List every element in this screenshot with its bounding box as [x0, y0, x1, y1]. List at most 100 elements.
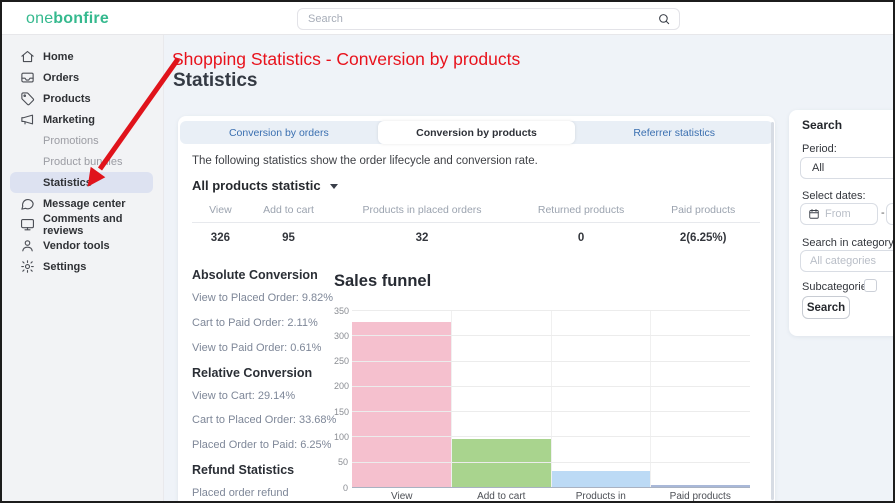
logo[interactable]: onebonfire	[26, 10, 109, 28]
summary-column-header: Products in placed orders	[328, 204, 515, 216]
period-selected-value: All	[812, 162, 824, 174]
summary-value: 326	[192, 232, 249, 244]
home-icon	[20, 49, 35, 64]
bar-products-in[interactable]	[552, 471, 651, 487]
search-icon[interactable]	[657, 12, 671, 26]
summary-column-header: Returned products	[516, 204, 647, 216]
inbox-icon	[20, 70, 35, 85]
megaphone-icon	[20, 112, 35, 127]
sidebar-item-label: Promotions	[43, 135, 99, 147]
gridline	[352, 436, 750, 437]
intro-text: The following statistics show the order …	[192, 155, 538, 167]
y-axis-tick-label: 250	[334, 356, 348, 366]
dates-label: Select dates:	[802, 190, 866, 202]
sidebar-item-product-bundles[interactable]: Product bundles	[10, 151, 153, 172]
category-input[interactable]	[810, 255, 895, 267]
logo-prefix: one	[26, 10, 53, 27]
chat-icon	[20, 196, 35, 211]
tab-conversion-by-products[interactable]: Conversion by products	[378, 121, 576, 144]
date-from-input[interactable]	[825, 208, 877, 220]
gridline	[352, 310, 750, 311]
chart-columns	[352, 310, 750, 487]
summary-header-row: ViewAdd to cartProducts in placed orders…	[192, 204, 760, 216]
y-axis-tick-label: 150	[334, 407, 348, 417]
gridline	[352, 462, 750, 463]
stat-line: Placed order refund percentage: 0%	[192, 486, 342, 503]
gridline	[352, 361, 750, 362]
products-scope-dropdown[interactable]: All products statistic	[192, 178, 338, 193]
search-button[interactable]: Search	[802, 296, 850, 319]
bar-add-to-cart[interactable]	[452, 439, 551, 487]
global-search-input[interactable]	[298, 13, 657, 25]
sidebar-item-statistics[interactable]: Statistics	[10, 172, 153, 193]
chart-column	[451, 310, 551, 487]
stat-line: View to Placed Order: 9.82%	[192, 291, 342, 306]
sidebar-item-label: Products	[43, 93, 91, 105]
y-axis-tick-label: 100	[334, 432, 348, 442]
stat-line: Cart to Placed Order: 33.68%	[192, 413, 342, 428]
gridline	[352, 411, 750, 412]
main-scrollbar[interactable]	[771, 122, 774, 500]
subcategories-checkbox[interactable]	[864, 279, 877, 292]
summary-value-row: 326953202(6.25%)	[192, 232, 760, 244]
y-axis-tick-label: 350	[334, 306, 348, 316]
sidebar-item-label: Marketing	[43, 114, 95, 126]
y-axis-tick-label: 200	[334, 381, 348, 391]
statistics-tabs: Conversion by ordersConversion by produc…	[180, 121, 773, 144]
top-header: onebonfire	[2, 2, 893, 35]
sales-funnel-chart: Sales funnel ViewAdd to cartProducts inP…	[334, 266, 764, 503]
search-panel: Search Period: All Select dates: - Searc…	[789, 110, 895, 336]
sidebar-item-label: Statistics	[43, 177, 92, 189]
stat-line: Placed Order to Paid: 6.25%	[192, 438, 342, 453]
stat-line: View to Cart: 29.14%	[192, 389, 342, 404]
gridline	[352, 487, 750, 488]
date-from-field[interactable]	[800, 203, 878, 225]
tab-referrer-statistics[interactable]: Referrer statistics	[575, 121, 773, 144]
search-panel-title: Search	[802, 118, 842, 132]
sidebar-item-vendor-tools[interactable]: Vendor tools	[10, 235, 153, 256]
gridline	[352, 386, 750, 387]
summary-value: 95	[249, 232, 329, 244]
sidebar-item-promotions[interactable]: Promotions	[10, 130, 153, 151]
category-field[interactable]	[800, 250, 895, 272]
summary-column-header: View	[192, 204, 249, 216]
sidebar-item-label: Home	[43, 51, 74, 63]
date-to-field[interactable]	[886, 203, 895, 225]
summary-value: 32	[328, 232, 515, 244]
sidebar-item-home[interactable]: Home	[10, 46, 153, 67]
x-axis-label: Paid products	[651, 491, 751, 502]
category-label: Search in category	[802, 237, 894, 249]
chart-column	[650, 310, 750, 487]
sidebar-item-label: Message center	[43, 198, 126, 210]
sidebar-item-orders[interactable]: Orders	[10, 67, 153, 88]
x-axis-label: View	[352, 491, 452, 502]
tab-conversion-by-orders[interactable]: Conversion by orders	[180, 121, 378, 144]
summary-column-header: Add to cart	[249, 204, 329, 216]
date-range-separator: -	[881, 207, 885, 219]
logo-suffix: bonfire	[53, 10, 109, 27]
sidebar-item-label: Vendor tools	[43, 240, 110, 252]
period-select[interactable]: All	[800, 157, 895, 179]
sidebar-item-marketing[interactable]: Marketing	[10, 109, 153, 130]
sidebar: Home Orders Products Marketing Promotions Pro…	[2, 35, 164, 503]
annotation-text: Shopping Statistics - Conversion by prod…	[172, 49, 520, 70]
sidebar-item-label: Settings	[43, 261, 86, 273]
chart-column	[352, 310, 451, 487]
sidebar-item-products[interactable]: Products	[10, 88, 153, 109]
summary-column-header: Paid products	[646, 204, 760, 216]
summary-divider	[192, 222, 760, 223]
chevron-down-icon	[330, 184, 338, 189]
chart-title: Sales funnel	[334, 272, 431, 291]
subcategories-label: Subcategories	[802, 281, 872, 293]
sidebar-item-settings[interactable]: Settings	[10, 256, 153, 277]
gridline	[352, 335, 750, 336]
tag-icon	[20, 91, 35, 106]
summary-value: 2(6.25%)	[646, 232, 760, 244]
y-axis-tick-label: 300	[334, 331, 348, 341]
stats-section-heading: Refund Statistics	[192, 463, 342, 477]
stat-line: View to Paid Order: 0.61%	[192, 341, 342, 356]
sidebar-item-comments-and-reviews[interactable]: Comments and reviews	[10, 214, 153, 235]
sidebar-item-message-center[interactable]: Message center	[10, 193, 153, 214]
gear-icon	[20, 259, 35, 274]
products-scope-label: All products statistic	[192, 178, 321, 193]
